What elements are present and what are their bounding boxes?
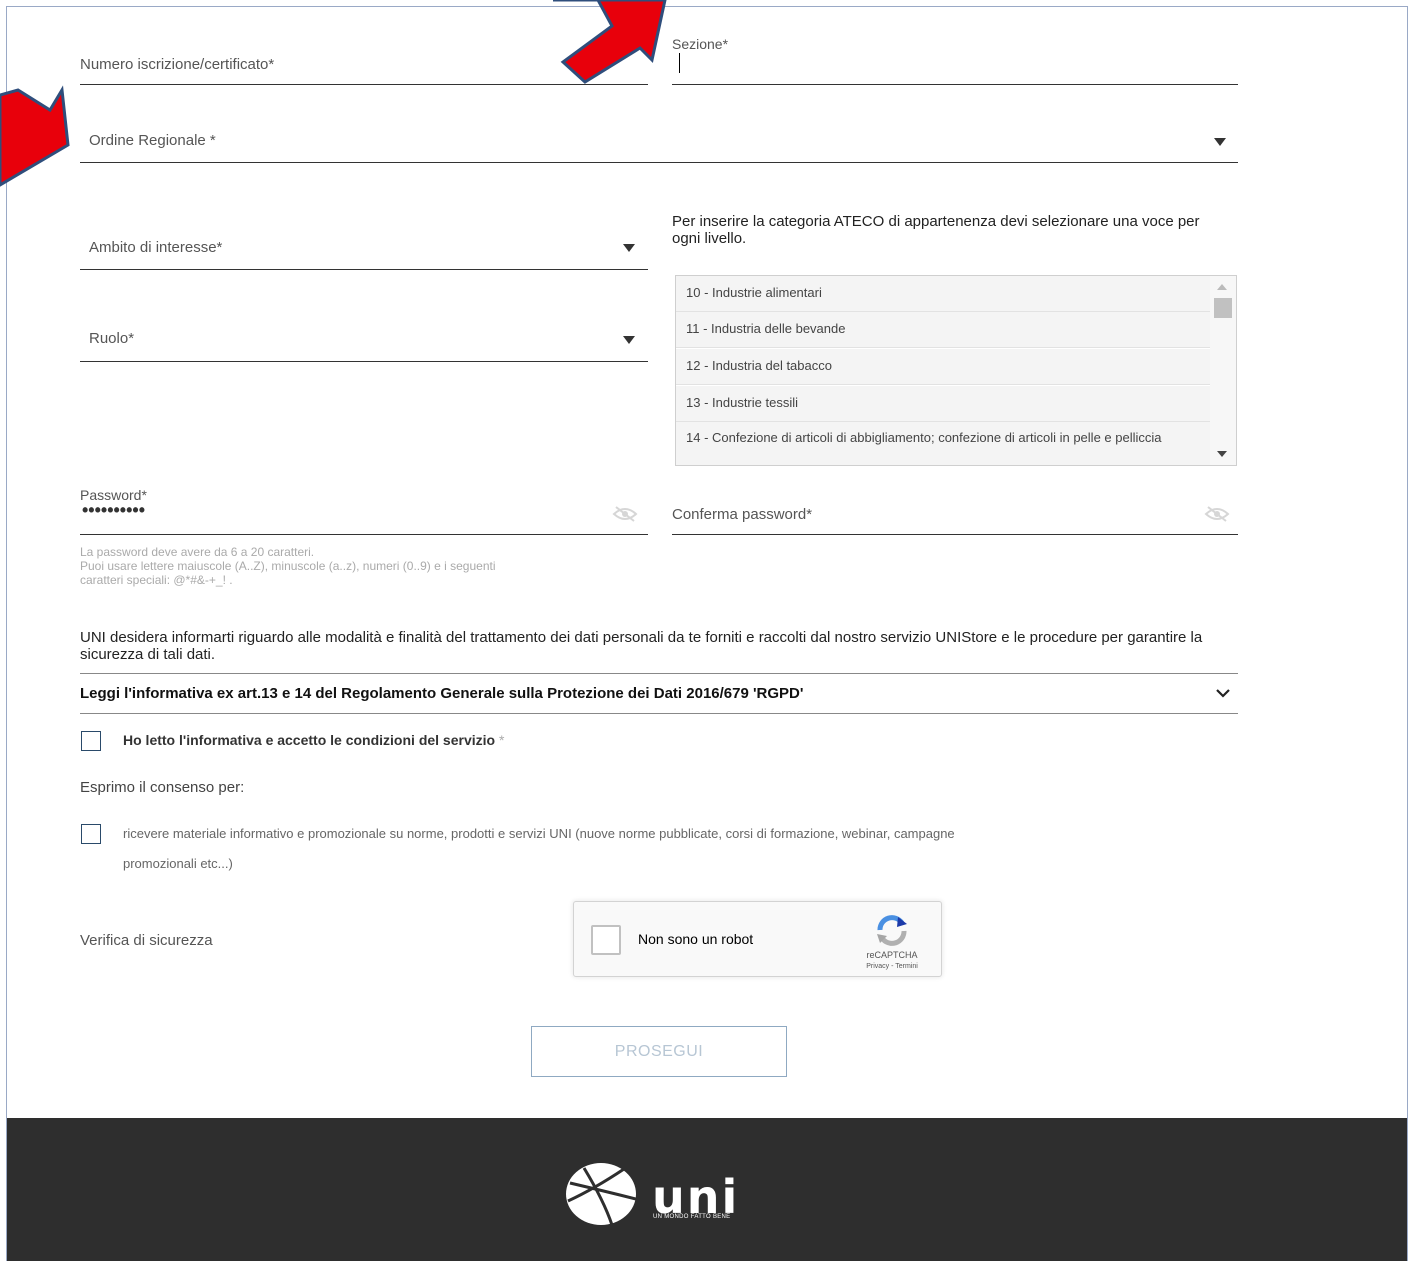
marketing-consent-label-line1: ricevere materiale informativo e promozi…	[123, 826, 955, 841]
recaptcha-label: Non sono un robot	[638, 931, 754, 947]
interest-area-label: Ambito di interesse*	[89, 239, 223, 256]
regional-order-dropdown-icon[interactable]	[1214, 138, 1226, 146]
required-asterisk: *	[498, 732, 505, 748]
password-input-value[interactable]: ••••••••••	[82, 500, 145, 521]
password-hint-line3: caratteri speciali: @*#&-+_! .	[80, 573, 233, 587]
recaptcha-logo-icon	[877, 915, 907, 946]
ateco-option[interactable]: 14 - Confezione di articoli di abbigliam…	[676, 422, 1210, 465]
regional-order-select[interactable]	[80, 162, 1238, 163]
role-dropdown-icon[interactable]	[623, 336, 635, 344]
recaptcha-checkbox[interactable]	[591, 925, 621, 955]
password-hint-line1: La password deve avere da 6 a 20 caratte…	[80, 545, 315, 559]
registration-number-label: Numero iscrizione/certificato*	[80, 56, 275, 73]
ateco-scrollbar[interactable]	[1210, 276, 1236, 465]
role-label: Ruolo*	[89, 330, 135, 347]
role-select[interactable]	[80, 361, 648, 362]
ateco-option[interactable]: 12 - Industria del tabacco	[676, 349, 1210, 385]
accordion-bottom-divider	[80, 713, 1238, 714]
confirm-password-input[interactable]	[672, 534, 1238, 535]
scrollbar-thumb[interactable]	[1214, 298, 1232, 318]
scroll-down-arrow-icon[interactable]	[1217, 451, 1227, 457]
confirm-password-label: Conferma password*	[672, 506, 813, 523]
proceed-button[interactable]: PROSEGUI	[531, 1026, 787, 1077]
uni-logo-tagline: UN MONDO FATTO BENE	[653, 1214, 731, 1220]
privacy-accordion-title[interactable]: Leggi l'informativa ex art.13 e 14 del R…	[80, 685, 803, 702]
accordion-top-divider	[80, 673, 1238, 674]
security-check-label: Verifica di sicurezza	[80, 932, 213, 949]
consent-heading: Esprimo il consenso per:	[80, 779, 245, 796]
accept-terms-label: Ho letto l'informativa e accetto le cond…	[123, 732, 505, 748]
ateco-intro-text: Per inserire la categoria ATECO di appar…	[672, 213, 1200, 247]
marketing-consent-checkbox[interactable]	[81, 824, 101, 844]
regional-order-label: Ordine Regionale *	[89, 132, 216, 149]
ateco-option[interactable]: 13 - Industrie tessili	[676, 386, 1210, 422]
ateco-option[interactable]: 10 - Industrie alimentari	[676, 276, 1210, 312]
hide-confirm-password-icon[interactable]	[1204, 505, 1230, 523]
annotation-arrows	[0, 0, 667, 187]
annotation-arrow-top	[553, 0, 667, 84]
recaptcha-links[interactable]: Privacy - Termini	[852, 963, 932, 970]
ateco-listbox[interactable]: 10 - Industrie alimentari 11 - Industria…	[675, 275, 1237, 466]
chevron-down-icon[interactable]	[1216, 689, 1230, 698]
ateco-option[interactable]: 11 - Industria delle bevande	[676, 312, 1210, 348]
recaptcha-brand: reCAPTCHA	[866, 950, 918, 960]
password-input[interactable]	[80, 534, 648, 535]
recaptcha-widget: Non sono un robot reCAPTCHA Privacy - Te…	[573, 901, 942, 977]
interest-area-select[interactable]	[80, 269, 648, 270]
scroll-up-arrow-icon[interactable]	[1217, 284, 1227, 290]
section-input[interactable]	[672, 84, 1238, 85]
hide-password-icon[interactable]	[612, 505, 638, 523]
password-hint-line2: Puoi usare lettere maiuscole (A..Z), min…	[80, 559, 496, 573]
accept-terms-checkbox[interactable]	[81, 731, 101, 751]
uni-logo-icon	[566, 1163, 637, 1226]
marketing-consent-label-line2: promozionali etc...)	[123, 856, 233, 871]
interest-area-dropdown-icon[interactable]	[623, 244, 635, 252]
section-label: Sezione*	[672, 36, 729, 52]
registration-number-input[interactable]	[80, 84, 648, 85]
privacy-intro-text: UNI desidera informarti riguardo alle mo…	[80, 629, 1203, 663]
text-cursor	[679, 53, 680, 73]
annotation-arrow-left	[0, 85, 70, 187]
